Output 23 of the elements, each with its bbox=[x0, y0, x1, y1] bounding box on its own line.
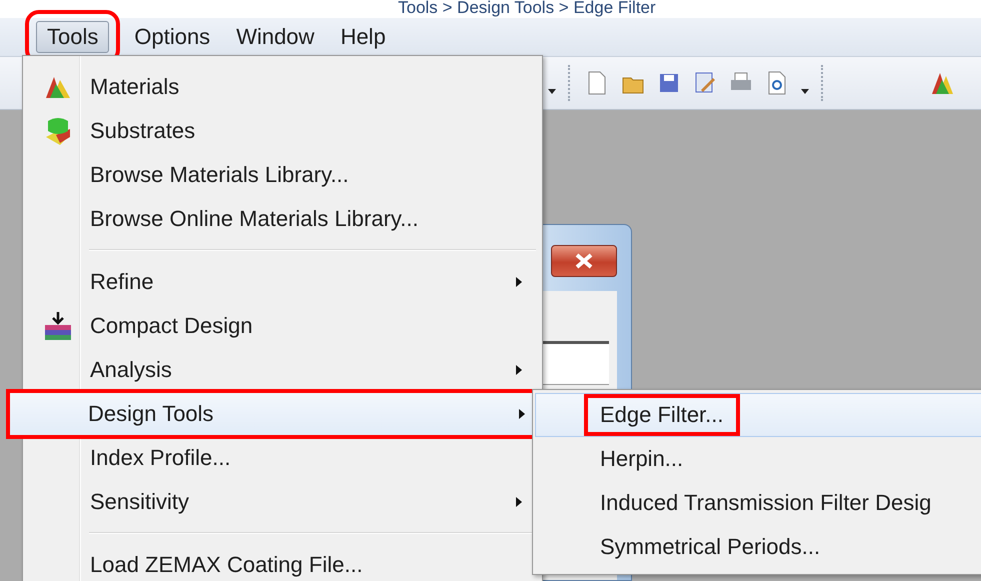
menu-item[interactable]: Refine bbox=[25, 260, 540, 304]
menu-item[interactable]: Analysis bbox=[25, 348, 540, 392]
dropdown-caret-icon[interactable] bbox=[801, 89, 809, 95]
menu-item[interactable]: Compact Design bbox=[25, 304, 540, 348]
menu-item[interactable]: Browse Online Materials Library... bbox=[25, 197, 540, 241]
submenu-item[interactable]: Herpin... bbox=[535, 437, 981, 481]
submenu-item[interactable]: Induced Transmission Filter Desig bbox=[535, 481, 981, 525]
close-button[interactable] bbox=[551, 245, 617, 277]
close-icon bbox=[574, 253, 594, 269]
menu-bar-item[interactable]: Window bbox=[225, 21, 326, 53]
menu-item[interactable]: Materials bbox=[25, 65, 540, 109]
submenu-item-label: Herpin... bbox=[599, 445, 684, 473]
submenu-item-label: Symmetrical Periods... bbox=[599, 533, 822, 561]
submenu-item[interactable]: Edge Filter... bbox=[535, 393, 981, 437]
submenu-item-label: Induced Transmission Filter Desig bbox=[599, 489, 932, 517]
menu-bar-item[interactable]: Options bbox=[123, 21, 222, 53]
submenu-item[interactable]: Symmetrical Periods... bbox=[535, 525, 981, 569]
menu-path-caption: Tools > Design Tools > Edge Filter bbox=[398, 0, 656, 16]
download-layers-icon bbox=[43, 311, 73, 341]
menu-item[interactable]: Browse Materials Library... bbox=[25, 153, 540, 197]
menu-item[interactable]: Substrates bbox=[25, 109, 540, 153]
menu-bar-item[interactable]: Help bbox=[329, 21, 397, 53]
dropdown-caret-icon[interactable] bbox=[548, 89, 556, 95]
